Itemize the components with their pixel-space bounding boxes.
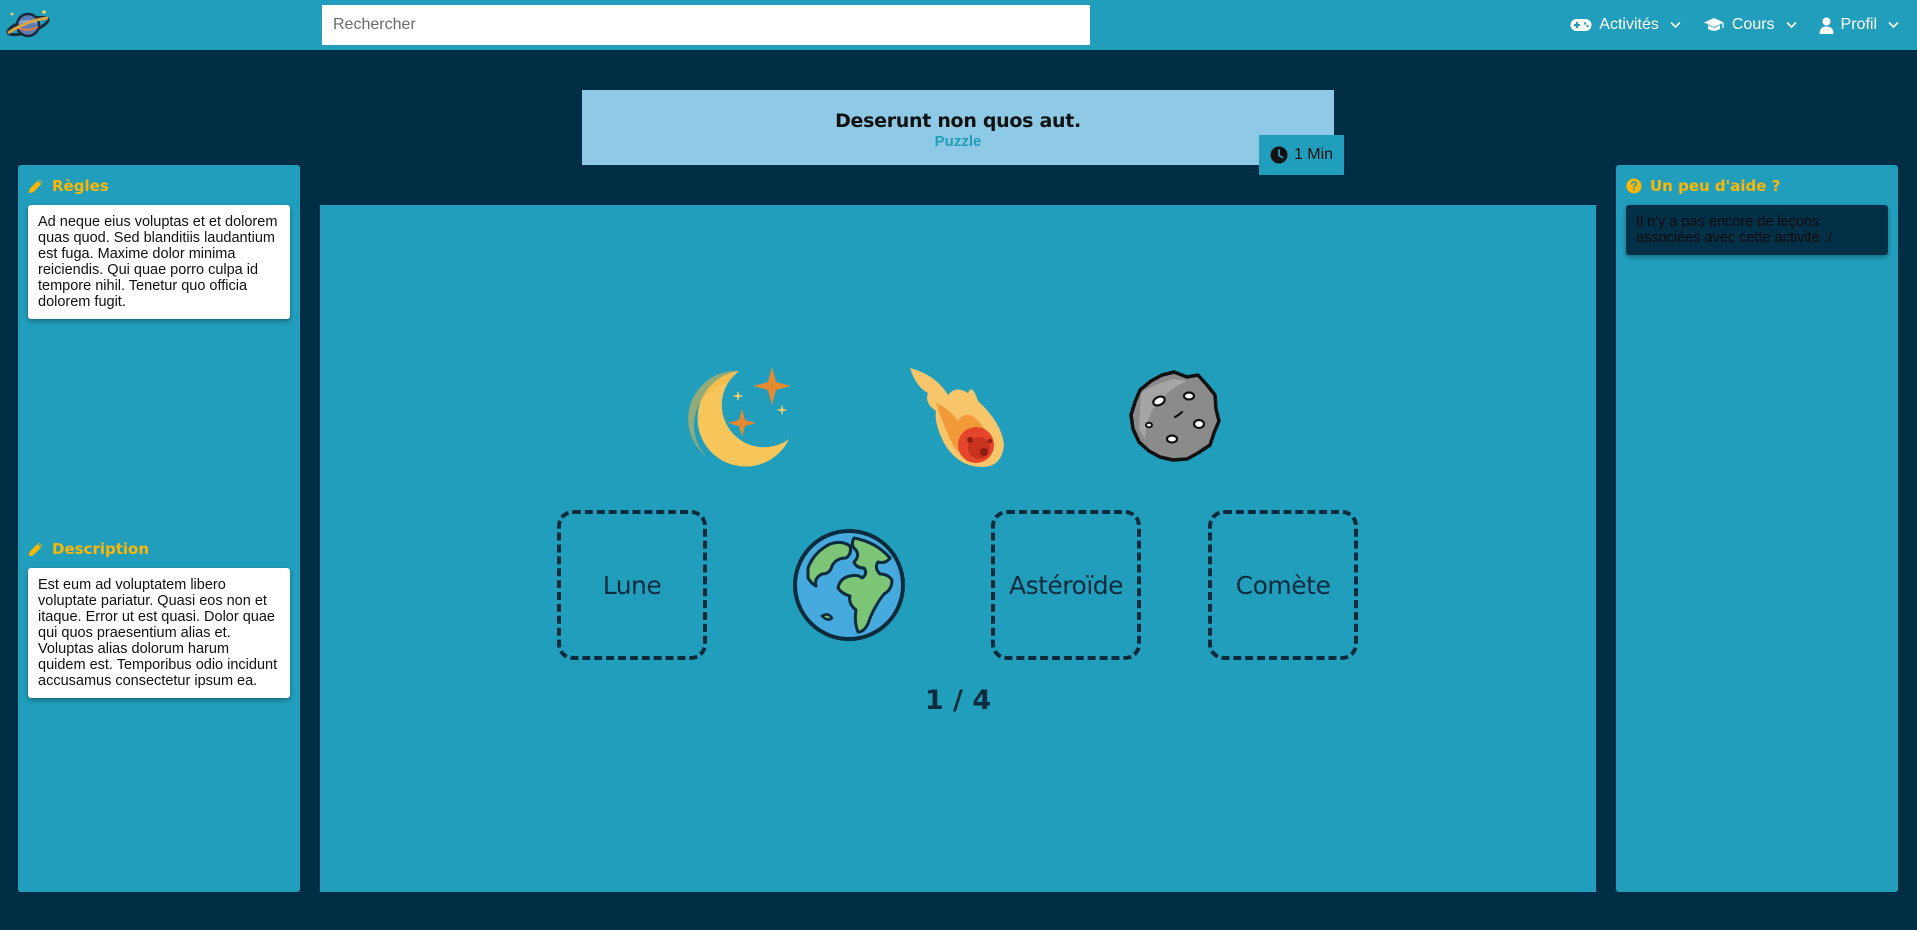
question-circle-icon	[1626, 178, 1642, 194]
pencil-icon	[29, 179, 43, 193]
rules-card: Ad neque eius voluptas et et dolorem qua…	[28, 205, 290, 319]
top-navbar: Activités Cours Profil	[0, 0, 1917, 50]
gamepad-icon	[1570, 19, 1592, 31]
help-text: Il n'y a pas encore de leçons associées …	[1636, 214, 1832, 246]
pencil-icon	[29, 542, 43, 556]
comet-icon[interactable]	[906, 363, 1012, 471]
description-card: Est eum ad voluptatem libero voluptate p…	[28, 568, 290, 698]
activity-title-banner: Deserunt non quos aut. Puzzle	[582, 90, 1334, 165]
nav-profil-label: Profil	[1840, 16, 1877, 33]
description-heading: Description	[28, 540, 149, 558]
dropzone-asteroide-label: Astéroïde	[1008, 570, 1124, 600]
activity-title: Deserunt non quos aut.	[835, 110, 1081, 132]
right-sidebar: Un peu d'aide ? Il n'y a pas encore de l…	[1616, 165, 1898, 892]
user-icon	[1819, 17, 1834, 34]
nav-cours-label: Cours	[1731, 16, 1775, 33]
left-sidebar: Règles Ad neque eius voluptas et et dolo…	[18, 165, 300, 892]
nav-activites-label: Activités	[1599, 16, 1659, 33]
rules-heading-label: Règles	[52, 177, 109, 195]
dropzone-asteroide[interactable]: Astéroïde	[991, 510, 1141, 660]
help-card: Il n'y a pas encore de leçons associées …	[1626, 205, 1888, 255]
nav-activites-dropdown[interactable]: Activités	[1570, 16, 1681, 34]
chevron-down-icon	[1785, 21, 1797, 29]
help-heading: Un peu d'aide ?	[1626, 177, 1780, 195]
description-heading-label: Description	[52, 540, 150, 558]
asteroid-icon[interactable]	[1127, 369, 1222, 464]
help-heading-label: Un peu d'aide ?	[1650, 177, 1781, 195]
nav-cours-dropdown[interactable]: Cours	[1703, 16, 1797, 34]
planet-logo-icon[interactable]	[4, 6, 52, 44]
chevron-down-icon	[1888, 21, 1899, 29]
clock-icon	[1270, 146, 1288, 164]
rules-text: Ad neque eius voluptas et et dolorem qua…	[38, 214, 278, 310]
dropzone-lune[interactable]: Lune	[557, 510, 707, 660]
earth-icon[interactable]	[792, 528, 906, 642]
search-input[interactable]	[322, 5, 1090, 45]
puzzle-board: Lune Astéroïde Comète 1 / 4	[320, 205, 1596, 892]
puzzle-progress: 1 / 4	[924, 685, 992, 716]
activity-type: Puzzle	[934, 133, 982, 150]
graduation-cap-icon	[1703, 18, 1724, 31]
dropzone-lune-label: Lune	[602, 570, 662, 600]
timer-value: 1 Min	[1293, 146, 1334, 163]
nav-profil-dropdown[interactable]: Profil	[1819, 16, 1899, 34]
chevron-down-icon	[1670, 21, 1681, 29]
moon-stars-icon[interactable]	[687, 363, 797, 471]
description-text: Est eum ad voluptatem libero voluptate p…	[38, 577, 278, 689]
dropzone-comete-label: Comète	[1235, 570, 1331, 600]
nav-menu: Activités Cours Profil	[1570, 0, 1899, 50]
rules-heading: Règles	[28, 177, 109, 195]
timer-badge: 1 Min	[1259, 135, 1344, 175]
dropzone-comete[interactable]: Comète	[1208, 510, 1358, 660]
